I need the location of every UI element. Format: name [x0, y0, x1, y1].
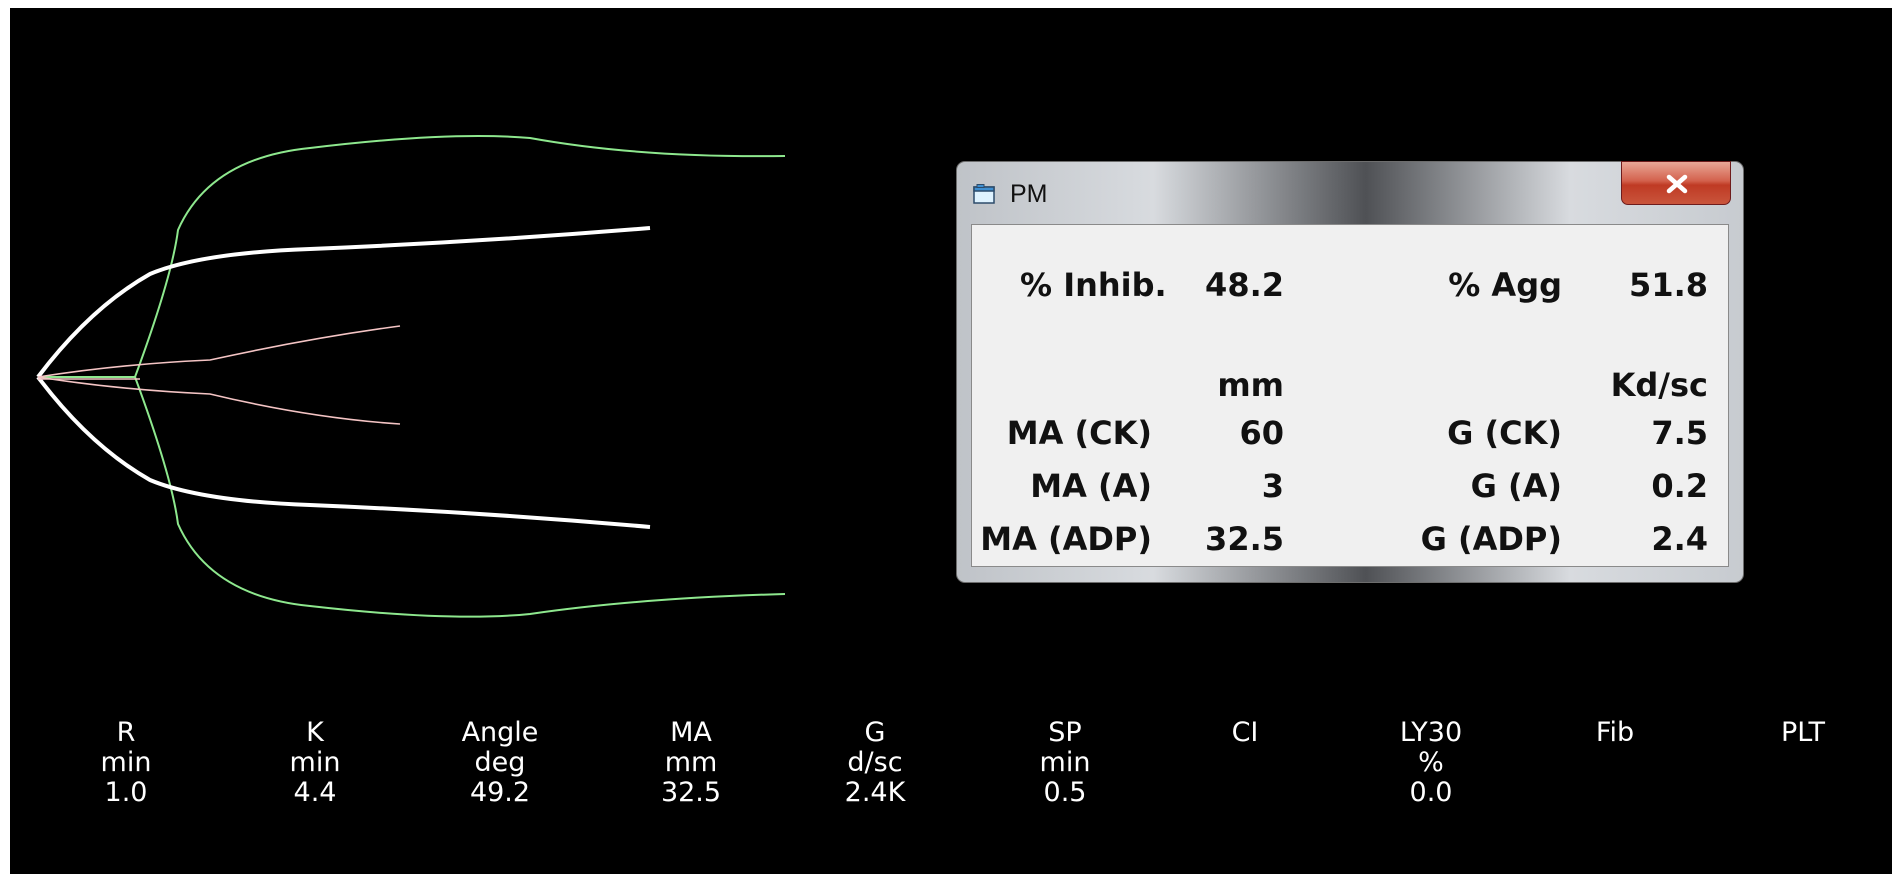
- green-tracing-lower: [38, 376, 786, 618]
- param-fib: Fib: [1530, 718, 1700, 808]
- param-name: Fib: [1595, 717, 1635, 748]
- window-app-icon: [973, 184, 995, 204]
- g-a-value: 0.2: [1651, 467, 1708, 505]
- dialog-titlebar[interactable]: PM: [957, 161, 1743, 224]
- white-tracing-upper: [36, 226, 651, 379]
- param-ly30: LY30 % 0.0: [1346, 718, 1516, 808]
- param-k: K min 4.4: [230, 718, 400, 808]
- param-name: MA: [670, 717, 712, 748]
- param-unit: %: [1418, 747, 1444, 778]
- param-value: [1530, 778, 1700, 808]
- ma-adp-label: MA (ADP): [980, 520, 1152, 558]
- close-button[interactable]: [1621, 161, 1731, 205]
- param-name: LY30: [1399, 717, 1463, 748]
- param-value: 32.5: [660, 777, 722, 808]
- param-value: 2.4K: [844, 777, 906, 808]
- pm-dialog-window[interactable]: PM % Inhib. 48.2 % Agg 51.8 mm Kd/sc MA …: [956, 161, 1744, 583]
- pink-tracing-upper: [37, 325, 401, 378]
- param-unit: d/sc: [847, 747, 903, 778]
- param-unit: [1718, 748, 1888, 778]
- param-name: Angle: [461, 717, 539, 748]
- param-g: G d/sc 2.4K: [790, 718, 960, 808]
- param-unit: min: [100, 747, 152, 778]
- pink-tracing-lower: [37, 376, 401, 425]
- g-adp-value: 2.4: [1651, 520, 1708, 558]
- inhibition-label: % Inhib.: [1020, 266, 1167, 304]
- param-unit: [1160, 748, 1330, 778]
- g-unit-label: Kd/sc: [1610, 366, 1708, 404]
- close-x-icon: [1666, 174, 1688, 194]
- ma-ck-value: 60: [1239, 414, 1284, 452]
- aggregation-label: % Agg: [1448, 266, 1562, 304]
- param-plt: PLT: [1718, 718, 1888, 808]
- g-ck-value: 7.5: [1651, 414, 1708, 452]
- param-value: 0.5: [1043, 777, 1087, 808]
- green-tracing-upper: [38, 134, 786, 378]
- param-name: SP: [1048, 717, 1082, 748]
- ma-unit-label: mm: [1217, 366, 1284, 404]
- dialog-title: PM: [1010, 180, 1048, 208]
- aggregation-value: 51.8: [1629, 266, 1708, 304]
- param-name: K: [306, 717, 324, 748]
- param-unit: mm: [664, 747, 718, 778]
- ma-adp-value: 32.5: [1205, 520, 1284, 558]
- param-angle: Angle deg 49.2: [415, 718, 585, 808]
- param-unit: [1530, 748, 1700, 778]
- inhibition-value: 48.2: [1205, 266, 1284, 304]
- tracing-screen: PM % Inhib. 48.2 % Agg 51.8 mm Kd/sc MA …: [10, 8, 1892, 874]
- param-name: G: [864, 717, 886, 748]
- g-adp-label: G (ADP): [1420, 520, 1562, 558]
- param-ma: MA mm 32.5: [606, 718, 776, 808]
- param-r: R min 1.0: [41, 718, 211, 808]
- g-a-label: G (A): [1470, 467, 1562, 505]
- param-unit: min: [289, 747, 341, 778]
- param-value: [1718, 778, 1888, 808]
- white-tracing-lower: [36, 375, 651, 529]
- param-name: CI: [1231, 717, 1259, 748]
- param-sp: SP min 0.5: [980, 718, 1150, 808]
- ma-ck-label: MA (CK): [1006, 414, 1152, 452]
- param-name: PLT: [1780, 717, 1826, 748]
- dialog-content-panel: % Inhib. 48.2 % Agg 51.8 mm Kd/sc MA (CK…: [971, 224, 1729, 567]
- g-ck-label: G (CK): [1447, 414, 1562, 452]
- ma-a-label: MA (A): [1030, 467, 1152, 505]
- param-value: 4.4: [293, 777, 337, 808]
- param-ci: CI: [1160, 718, 1330, 808]
- param-value: 0.0: [1409, 777, 1453, 808]
- param-value: [1160, 778, 1330, 808]
- param-unit: min: [1039, 747, 1091, 778]
- param-unit: deg: [474, 747, 526, 778]
- param-value: 49.2: [469, 777, 531, 808]
- ma-a-value: 3: [1261, 467, 1284, 505]
- param-name: R: [116, 717, 136, 748]
- param-value: 1.0: [104, 777, 148, 808]
